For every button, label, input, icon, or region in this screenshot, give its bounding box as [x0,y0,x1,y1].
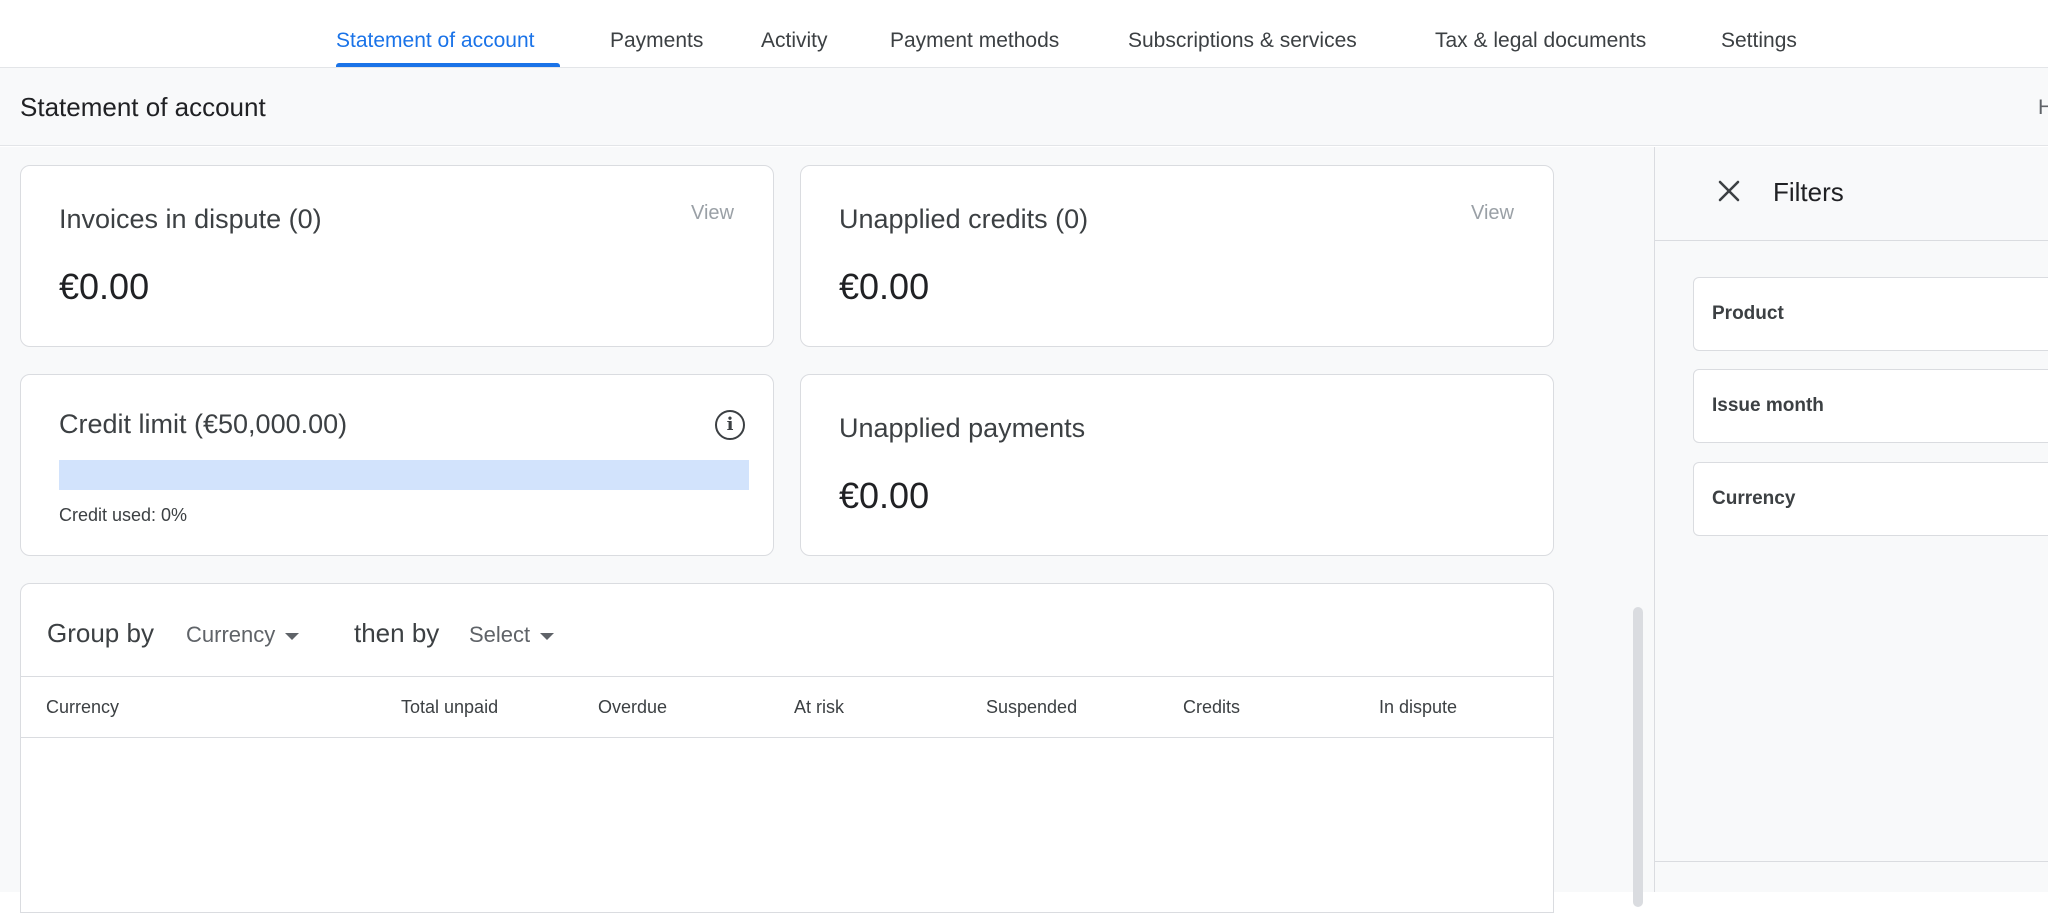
table-header-row: Currency Total unpaid Overdue At risk Su… [21,676,1553,738]
tab-settings[interactable]: Settings [1721,0,1797,68]
header-right-action[interactable]: H [2038,96,2048,120]
group-by-label: Group by [47,618,154,648]
credit-limit-card: Credit limit (€50,000.00) i Credit used:… [20,374,774,556]
unapplied-credits-view-link[interactable]: View [1471,202,1514,225]
column-header-in-dispute[interactable]: In dispute [1379,697,1457,718]
chevron-down-icon [540,632,555,640]
unapplied-credits-value: €0.00 [839,266,930,307]
then-by-value: Select [469,622,531,647]
credit-usage-bar [59,460,749,490]
filter-product[interactable]: Product [1693,277,2048,351]
unapplied-payments-card: Unapplied payments €0.00 [800,374,1554,556]
column-header-suspended[interactable]: Suspended [986,697,1077,718]
filters-panel: Filters Product Issue month Currency [1654,147,2048,892]
filters-footer-divider [1655,861,2048,862]
invoices-in-dispute-label: Invoices in dispute (0) [59,204,322,234]
unapplied-payments-label: Unapplied payments [839,413,1086,443]
tab-subscriptions-services[interactable]: Subscriptions & services [1128,0,1357,68]
filter-issue-month-label: Issue month [1712,395,1824,416]
column-header-currency[interactable]: Currency [46,697,119,718]
main-content: Invoices in dispute (0) View €0.00 Unapp… [0,147,1654,913]
credit-used-text: Credit used: 0% [59,505,188,525]
top-navigation: Statement of account Payments Activity P… [0,0,2048,68]
filters-title: Filters [1773,177,1844,207]
info-icon[interactable]: i [715,410,745,440]
filter-currency-label: Currency [1712,488,1796,509]
unapplied-credits-label: Unapplied credits (0) [839,204,1089,234]
group-by-dropdown[interactable]: Currency [186,622,300,648]
invoices-view-link[interactable]: View [691,202,734,225]
unapplied-credits-card: Unapplied credits (0) View €0.00 [800,165,1554,347]
then-by-dropdown[interactable]: Select [469,622,555,648]
tab-statement-of-account[interactable]: Statement of account [336,0,534,68]
tab-tax-legal-documents[interactable]: Tax & legal documents [1435,0,1646,68]
filter-product-label: Product [1712,303,1784,324]
invoices-in-dispute-value: €0.00 [59,266,150,307]
column-header-credits[interactable]: Credits [1183,697,1240,718]
summary-table-card: Group by Currency then by Select Currenc… [20,583,1554,913]
then-by-label: then by [354,618,440,648]
credit-limit-label: Credit limit (€50,000.00) [59,409,348,439]
tab-payments[interactable]: Payments [610,0,703,68]
filters-header: Filters [1655,147,2048,241]
filter-currency[interactable]: Currency [1693,462,2048,536]
page-title: Statement of account [20,92,266,122]
page-header: Statement of account H [0,68,2048,146]
tab-activity[interactable]: Activity [761,0,828,68]
unapplied-payments-value: €0.00 [839,475,930,516]
column-header-overdue[interactable]: Overdue [598,697,667,718]
close-icon[interactable] [1715,177,1743,205]
filter-issue-month[interactable]: Issue month [1693,369,2048,443]
column-header-at-risk[interactable]: At risk [794,697,844,718]
main-scrollbar[interactable] [1633,607,1643,907]
chevron-down-icon [285,632,300,640]
group-by-value: Currency [186,622,276,647]
invoices-in-dispute-card: Invoices in dispute (0) View €0.00 [20,165,774,347]
tab-payment-methods[interactable]: Payment methods [890,0,1059,68]
active-tab-indicator [336,63,560,67]
column-header-total-unpaid[interactable]: Total unpaid [401,697,498,718]
